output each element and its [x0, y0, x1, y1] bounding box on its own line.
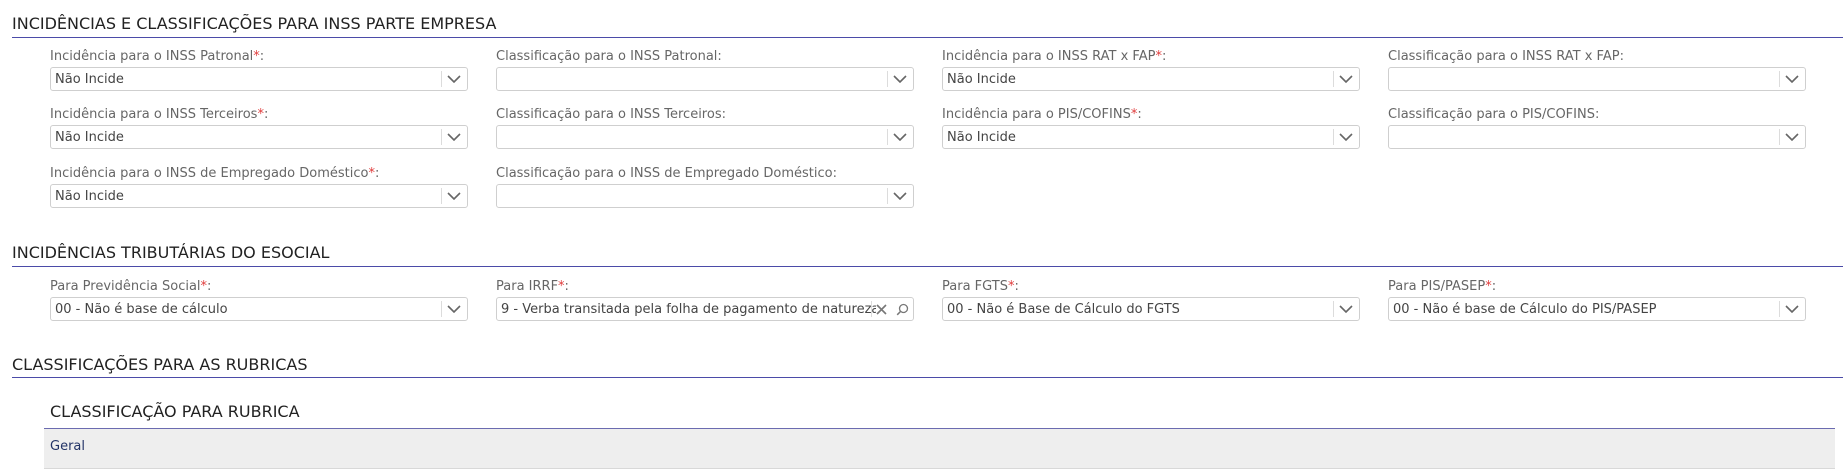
select-value: Não Incide — [55, 72, 124, 87]
field-label: Classificação para o PIS/COFINS — [1388, 107, 1595, 122]
field-label: Classificação para o INSS de Empregado D… — [496, 166, 833, 181]
fgts-select[interactable]: 00 - Não é Base de Cálculo do FGTS — [942, 297, 1360, 321]
field-label: Para PIS/PASEP — [1388, 279, 1486, 294]
section-title-rubricas: CLASSIFICAÇÕES PARA AS RUBRICAS — [12, 355, 308, 374]
field-label: Classificação para o INSS Terceiros — [496, 107, 722, 122]
select-value: Não Incide — [947, 72, 1016, 87]
select-value: Não Incide — [55, 130, 124, 145]
subsection-title-rubrica: CLASSIFICAÇÃO PARA RUBRICA — [50, 402, 300, 421]
chevron-down-icon[interactable] — [1333, 126, 1359, 148]
field-label: Classificação para o INSS RAT x FAP — [1388, 49, 1620, 64]
select-value: 00 - Não é Base de Cálculo do FGTS — [947, 302, 1180, 317]
field-label: Para FGTS — [942, 279, 1008, 294]
incidencia-inss-terceiros-select[interactable]: Não Incide — [50, 125, 468, 149]
chevron-down-icon[interactable] — [441, 68, 467, 90]
field-label: Para Previdência Social — [50, 279, 201, 294]
search-icon[interactable] — [892, 298, 912, 320]
classificacao-inss-rat-fap-select[interactable] — [1388, 67, 1806, 91]
chevron-down-icon[interactable] — [1333, 68, 1359, 90]
classificacao-pis-cofins-select[interactable] — [1388, 125, 1806, 149]
chevron-down-icon[interactable] — [441, 298, 467, 320]
select-value: 00 - Não é base de cálculo — [55, 302, 228, 317]
pis-pasep-select[interactable]: 00 - Não é base de Cálculo do PIS/PASEP — [1388, 297, 1806, 321]
section-divider — [12, 377, 1843, 378]
chevron-down-icon[interactable] — [1779, 126, 1805, 148]
field-label: Incidência para o INSS Patronal — [50, 49, 254, 64]
classificacao-inss-terceiros-select[interactable] — [496, 125, 914, 149]
chevron-down-icon[interactable] — [1779, 298, 1805, 320]
incidencia-inss-rat-fap-select[interactable]: Não Incide — [942, 67, 1360, 91]
chevron-down-icon[interactable] — [441, 126, 467, 148]
section-title-esocial: INCIDÊNCIAS TRIBUTÁRIAS DO ESOCIAL — [12, 243, 330, 262]
table-cell: Geral — [50, 439, 85, 454]
field-label: Para IRRF — [496, 279, 559, 294]
previdencia-social-select[interactable]: 00 - Não é base de cálculo — [50, 297, 468, 321]
classificacao-inss-patronal-select[interactable] — [496, 67, 914, 91]
incidencia-pis-cofins-select[interactable]: Não Incide — [942, 125, 1360, 149]
field-label: Incidência para o INSS RAT x FAP — [942, 49, 1156, 64]
chevron-down-icon[interactable] — [441, 185, 467, 207]
select-value: 00 - Não é base de Cálculo do PIS/PASEP — [1393, 302, 1657, 317]
chevron-down-icon[interactable] — [887, 126, 913, 148]
lookup-value: 9 - Verba transitada pela folha de pagam… — [501, 302, 876, 317]
classificacao-inss-empregado-domestico-select[interactable] — [496, 184, 914, 208]
select-value: Não Incide — [55, 189, 124, 204]
field-label: Incidência para o INSS de Empregado Domé… — [50, 166, 369, 181]
table-row[interactable]: Geral — [44, 429, 1835, 469]
section-divider — [12, 37, 1843, 38]
chevron-down-icon[interactable] — [1333, 298, 1359, 320]
close-icon[interactable] — [871, 298, 891, 320]
incidencia-inss-patronal-select[interactable]: Não Incide — [50, 67, 468, 91]
irrf-lookup-input[interactable]: 9 - Verba transitada pela folha de pagam… — [496, 297, 914, 321]
chevron-down-icon[interactable] — [887, 68, 913, 90]
field-label: Classificação para o INSS Patronal — [496, 49, 718, 64]
section-divider — [12, 266, 1843, 267]
chevron-down-icon[interactable] — [1779, 68, 1805, 90]
incidencia-inss-empregado-domestico-select[interactable]: Não Incide — [50, 184, 468, 208]
chevron-down-icon[interactable] — [887, 185, 913, 207]
section-title-inss: INCIDÊNCIAS E CLASSIFICAÇÕES PARA INSS P… — [12, 14, 497, 33]
field-label: Incidência para o PIS/COFINS — [942, 107, 1131, 122]
field-label: Incidência para o INSS Terceiros — [50, 107, 258, 122]
select-value: Não Incide — [947, 130, 1016, 145]
